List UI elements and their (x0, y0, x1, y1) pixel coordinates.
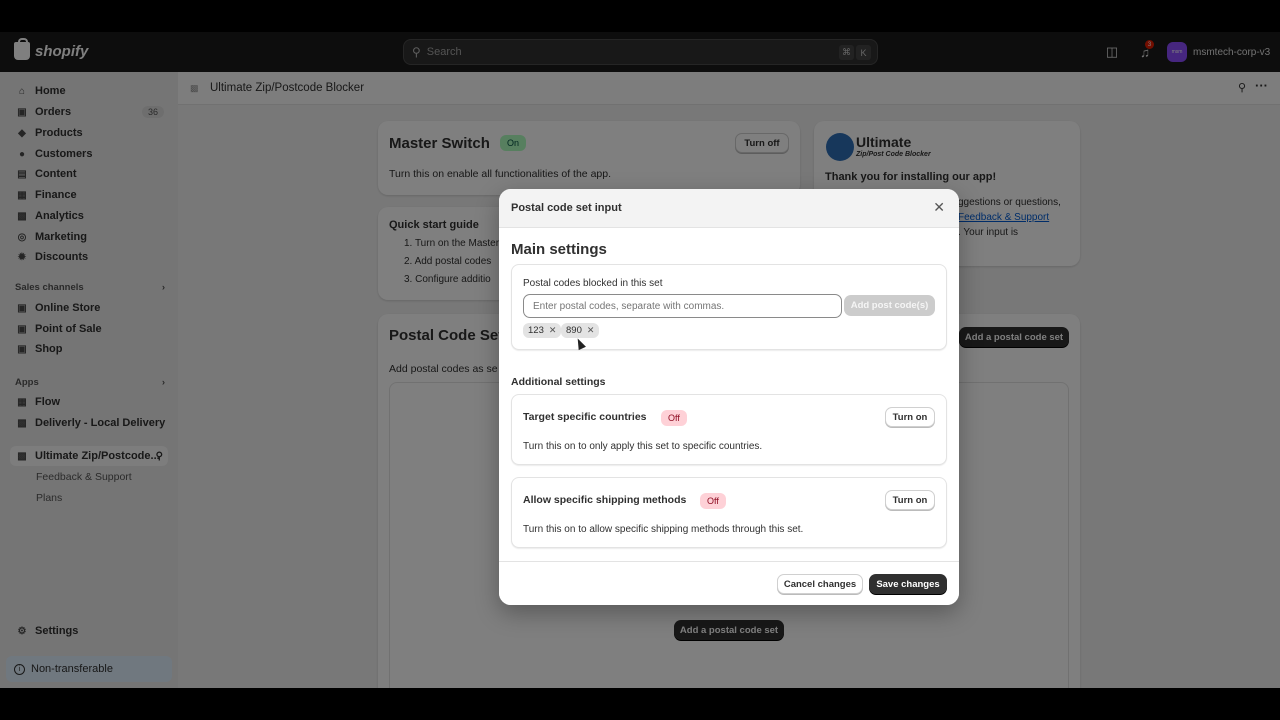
main-settings-heading: Main settings (511, 241, 607, 258)
postal-code-tag: 890 ✕ (561, 323, 600, 338)
shipping-methods-title: Allow specific shipping methods (523, 494, 687, 506)
tag-label: 890 (566, 325, 582, 336)
shipping-methods-desc: Turn this on to allow specific shipping … (523, 524, 804, 535)
modal-header: Postal code set input ✕ (499, 189, 959, 228)
shipping-methods-box: Allow specific shipping methods Off Turn… (511, 477, 947, 548)
tag-label: 123 (528, 325, 544, 336)
target-countries-box: Target specific countries Off Turn on Tu… (511, 394, 947, 465)
save-changes-button[interactable]: Save changes (869, 574, 947, 594)
postal-codes-label: Postal codes blocked in this set (523, 278, 663, 289)
target-countries-badge: Off (661, 410, 687, 426)
target-countries-title: Target specific countries (523, 411, 647, 423)
postal-code-tag: 123 ✕ (523, 323, 562, 338)
close-icon[interactable]: ✕ (933, 199, 945, 216)
modal-title: Postal code set input (511, 202, 622, 214)
remove-tag-icon[interactable]: ✕ (549, 325, 557, 336)
shipping-methods-badge: Off (700, 493, 726, 509)
postal-codes-box: Postal codes blocked in this set Add pos… (511, 264, 947, 350)
modal-footer: Cancel changes Save changes (499, 561, 959, 605)
cancel-changes-button[interactable]: Cancel changes (777, 574, 863, 594)
turn-on-shipping-button[interactable]: Turn on (885, 490, 935, 510)
postal-code-set-modal: Postal code set input ✕ Main settings Po… (499, 189, 959, 605)
turn-on-countries-button[interactable]: Turn on (885, 407, 935, 427)
shopify-admin-window: shopify ⚲ Search ⌘ K ◫ ♫ 3 msm msmtech-c… (0, 32, 1280, 688)
add-post-codes-button[interactable]: Add post code(s) (844, 295, 935, 316)
target-countries-desc: Turn this on to only apply this set to s… (523, 441, 763, 452)
remove-tag-icon[interactable]: ✕ (587, 325, 595, 336)
additional-settings-heading: Additional settings (511, 376, 606, 388)
postal-codes-input[interactable] (523, 294, 842, 318)
